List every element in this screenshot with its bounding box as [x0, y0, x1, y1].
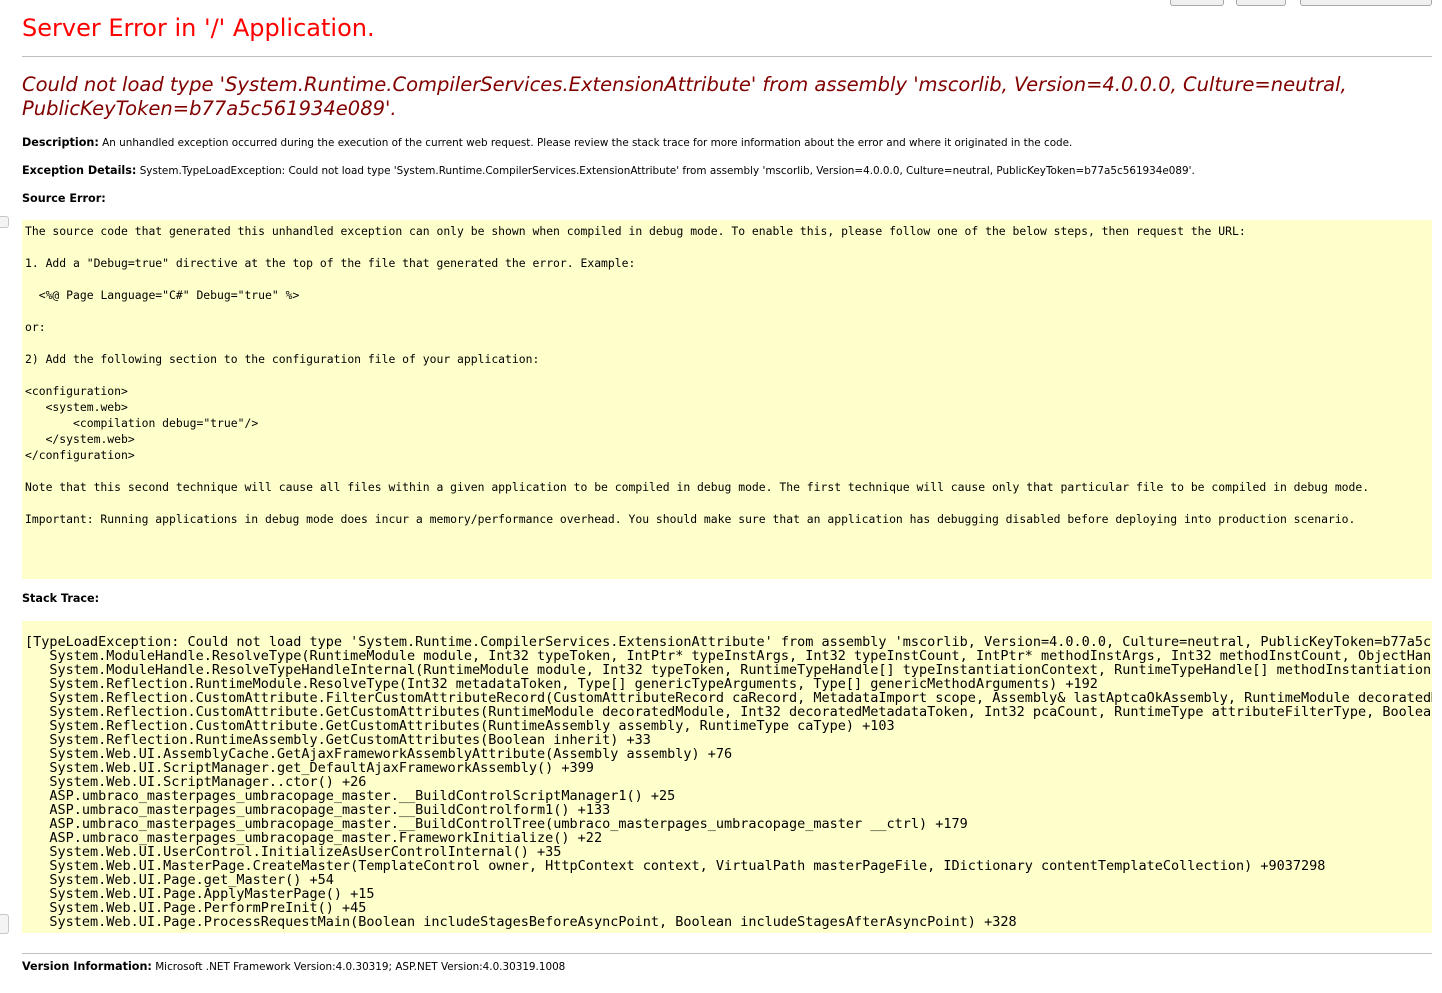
divider: [22, 953, 1432, 954]
description-row: Description: An unhandled exception occu…: [22, 136, 1072, 149]
exception-details-label: Exception Details:: [22, 164, 137, 177]
toolbar-button-1[interactable]: [1170, 0, 1224, 6]
version-info-label: Version Information:: [22, 960, 152, 973]
version-info-row: Version Information: Microsoft .NET Fram…: [22, 960, 565, 973]
source-error-box: The source code that generated this unha…: [22, 220, 1432, 579]
source-error-label: Source Error:: [22, 192, 106, 205]
toolbar-button-2[interactable]: [1236, 0, 1286, 6]
description-text: An unhandled exception occurred during t…: [102, 137, 1073, 149]
page-title: Server Error in '/' Application.: [22, 14, 375, 42]
stack-trace-code: [TypeLoadException: Could not load type …: [22, 621, 1432, 929]
stack-trace-label: Stack Trace:: [22, 592, 100, 605]
exception-details-row: Exception Details: System.TypeLoadExcept…: [22, 164, 1195, 177]
description-label: Description:: [22, 136, 99, 149]
toolbar-button-3[interactable]: [1300, 0, 1432, 6]
exception-details-text: System.TypeLoadException: Could not load…: [139, 165, 1195, 177]
source-error-code: The source code that generated this unha…: [25, 224, 1370, 526]
divider: [22, 56, 1432, 57]
stack-trace-line: System.Web.UI.Page.ProcessRequestMain(Bo…: [25, 914, 1017, 930]
left-edge-fragment: [0, 914, 9, 934]
version-info-text: Microsoft .NET Framework Version:4.0.303…: [155, 961, 566, 973]
error-message: Could not load type 'System.Runtime.Comp…: [22, 73, 1347, 120]
source-error-heading: Source Error:: [22, 192, 106, 205]
left-edge-fragment: [0, 216, 9, 228]
stack-trace-heading: Stack Trace:: [22, 592, 99, 605]
stack-trace-box: [TypeLoadException: Could not load type …: [22, 621, 1432, 933]
